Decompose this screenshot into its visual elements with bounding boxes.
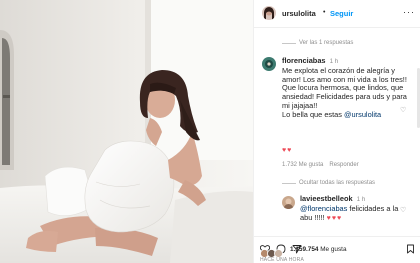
follow-button[interactable]: Seguir <box>330 9 353 18</box>
commenter-username[interactable]: florenciabas <box>282 56 326 65</box>
hide-replies-divider-line <box>282 183 296 184</box>
main-comment: florenciabas 1 h Me explota el corazón d… <box>282 56 412 120</box>
more-options-icon[interactable]: ··· <box>403 7 415 17</box>
comment-hearts: ♥♥ <box>282 147 293 154</box>
comment-time: 1 h <box>329 58 339 65</box>
bookmark-icon[interactable] <box>406 241 415 259</box>
hide-replies-link[interactable]: Ocultar todas las respuestas <box>299 180 375 186</box>
comment-meta: 1.732 Me gusta Responder <box>282 162 365 168</box>
reply-button[interactable]: Responder <box>329 162 358 168</box>
post-photo[interactable] <box>0 0 253 263</box>
post-header: ursulolita • Seguir ··· <box>254 0 420 28</box>
likes-label: Me gusta <box>318 246 347 253</box>
commenter-avatar[interactable] <box>262 57 276 71</box>
post-sidebar: ursulolita • Seguir ··· Ver las 1 respue… <box>253 0 420 263</box>
post-date: HACE UNA HORA <box>260 257 304 263</box>
reply-mention-link[interactable]: @florenciabas <box>300 204 347 213</box>
comment-text-line2: Lo bella que estas <box>282 109 345 119</box>
reply-avatar[interactable] <box>282 196 295 209</box>
like-reply-heart-icon[interactable]: ♡ <box>400 206 406 214</box>
reply-time: 1 h <box>356 196 366 203</box>
comment-text: Me explota el corazón de alegría y amor!… <box>282 65 407 110</box>
reply-hearts: ♥♥♥ <box>326 214 343 222</box>
reply-username[interactable]: lavieestbelleok <box>300 194 353 203</box>
replies-divider-line <box>282 43 296 44</box>
reply-comment: lavieestbelleok 1 h @florenciabas felici… <box>300 194 410 223</box>
author-username[interactable]: ursulolita <box>282 9 316 18</box>
mention-link[interactable]: @ursulolita <box>344 110 381 119</box>
separator-dot: • <box>323 9 326 16</box>
comment-likes-count[interactable]: 1.732 Me gusta <box>282 162 323 168</box>
view-replies-link[interactable]: Ver las 1 respuestas <box>299 40 353 46</box>
likes-count[interactable]: 1.159.754 <box>290 246 318 253</box>
like-comment-heart-icon[interactable]: ♡ <box>400 106 406 114</box>
author-avatar[interactable] <box>262 6 276 20</box>
post-likes[interactable]: 1.159.754 Me gusta <box>290 246 347 253</box>
post-image <box>0 0 253 263</box>
